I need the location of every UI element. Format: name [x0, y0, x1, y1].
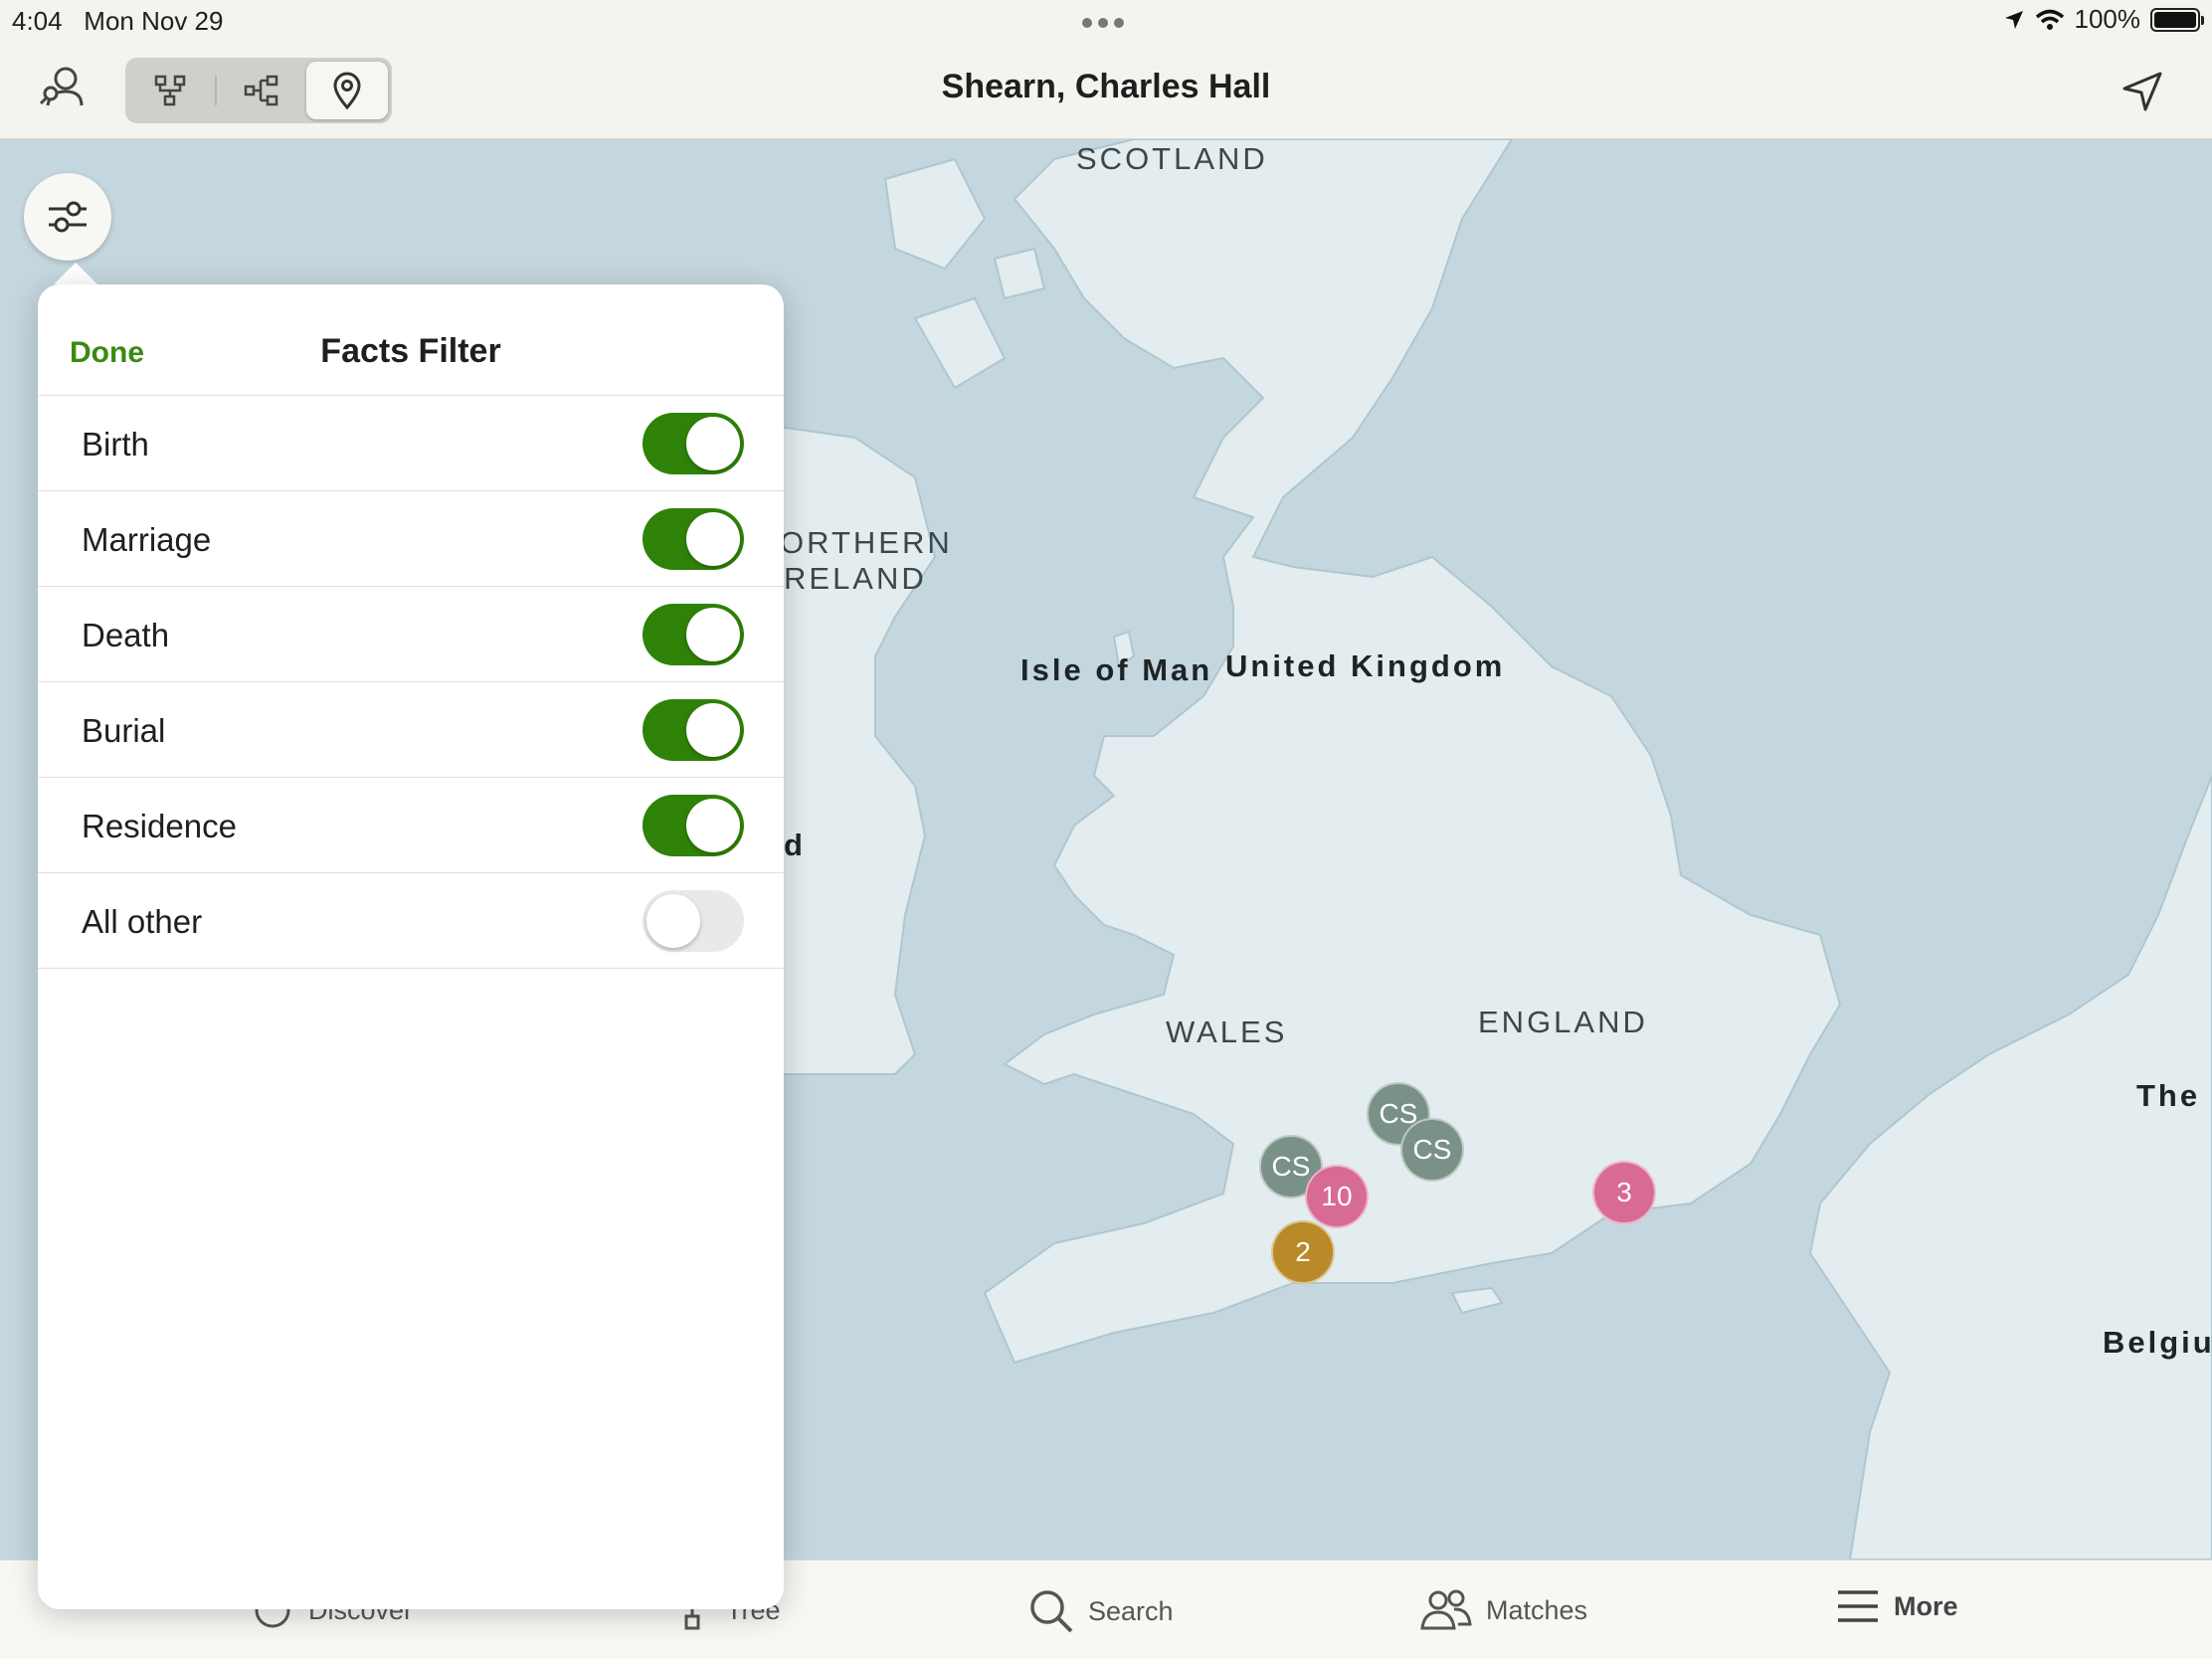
residence-toggle[interactable]	[643, 795, 744, 856]
great-britain-landmass	[983, 139, 1842, 1365]
filter-label: All other	[82, 903, 203, 940]
burial-toggle[interactable]	[643, 699, 744, 761]
location-arrow-icon	[2004, 10, 2023, 29]
navigation-bar: Shearn, Charles Hall	[0, 40, 2212, 139]
all-other-toggle[interactable]	[643, 890, 744, 952]
continent-landmass	[1808, 775, 2212, 1560]
popover-title: Facts Filter	[320, 332, 501, 370]
battery-percent: 100%	[2074, 4, 2141, 34]
filter-label: Marriage	[82, 521, 212, 558]
filter-row-residence: Residence	[38, 778, 784, 873]
facts-filter-popover: Facts Filter Done Birth Marriage Death B…	[38, 284, 784, 1609]
map-marker-cluster[interactable]: 3	[1592, 1161, 1656, 1224]
isle-of-wight	[1450, 1286, 1504, 1315]
death-toggle[interactable]	[643, 604, 744, 665]
page-title: Shearn, Charles Hall	[941, 68, 1271, 105]
tab-matches[interactable]: Matches	[1420, 1588, 1587, 1632]
filter-button[interactable]	[24, 173, 111, 261]
tab-label: Search	[1088, 1595, 1174, 1626]
battery-icon	[2150, 7, 2204, 32]
done-button[interactable]: Done	[70, 336, 144, 370]
status-right: 100%	[2003, 4, 2204, 35]
filter-row-birth: Birth	[38, 396, 784, 491]
filter-label: Birth	[82, 426, 149, 462]
current-location-icon[interactable]	[2120, 70, 2164, 113]
map-label-scotland: SCOTLAND	[1076, 141, 1268, 176]
map-label-northern-ireland-line2: RELAND	[784, 561, 927, 596]
marriage-toggle[interactable]	[643, 508, 744, 570]
map-label-netherlands: The	[2136, 1078, 2201, 1113]
tab-more[interactable]: More	[1836, 1588, 1958, 1624]
map-marker-cluster[interactable]: 10	[1305, 1165, 1369, 1228]
map-label-isle-of-man: Isle of Man	[1020, 652, 1213, 687]
hamburger-menu-icon	[1838, 1590, 1878, 1622]
tab-search[interactable]: Search	[1028, 1588, 1174, 1634]
filter-label: Residence	[82, 808, 237, 844]
tab-label: More	[1894, 1590, 1958, 1621]
popover-header: Facts Filter Done	[38, 284, 784, 396]
filter-row-marriage: Marriage	[38, 491, 784, 587]
tab-label: Matches	[1486, 1594, 1588, 1625]
multitasking-dots-icon[interactable]	[1082, 18, 1124, 28]
status-time: 4:04 Mon Nov 29	[12, 6, 224, 36]
map-label-wales: WALES	[1166, 1014, 1288, 1049]
status-bar: 4:04 Mon Nov 29 100%	[0, 0, 2212, 40]
filter-row-burial: Burial	[38, 682, 784, 778]
sliders-filter-icon	[49, 201, 87, 233]
matches-people-icon	[1420, 1589, 1472, 1630]
map-label-united-kingdom: United Kingdom	[1225, 648, 1506, 683]
filter-label: Burial	[82, 712, 166, 749]
map-label-belgium: Belgiu	[2103, 1325, 2212, 1360]
map-marker-cluster[interactable]: 2	[1271, 1220, 1335, 1284]
filter-row-death: Death	[38, 587, 784, 682]
search-icon	[1030, 1590, 1073, 1633]
birth-toggle[interactable]	[643, 413, 744, 474]
map-label-ireland-fragment: d	[784, 828, 806, 862]
map-marker-cs[interactable]: CS	[1400, 1118, 1464, 1182]
filter-label: Death	[82, 617, 170, 653]
popover-arrow	[54, 263, 97, 284]
map-label-england: ENGLAND	[1478, 1005, 1648, 1039]
filter-row-all-other: All other	[38, 873, 784, 969]
wifi-icon	[2035, 9, 2064, 30]
map-label-northern-ireland-line1: ORTHERN	[780, 525, 953, 560]
